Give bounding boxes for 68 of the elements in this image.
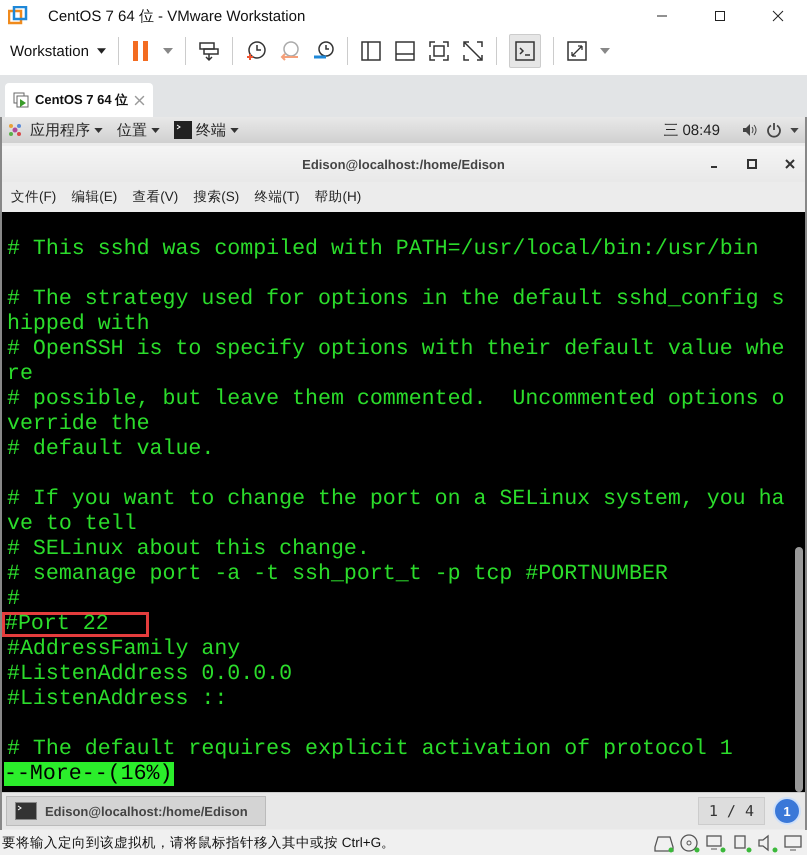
terminal-line: # semanage port -a -t ssh_port_t -p tcp #PORTNUMBER xyxy=(6,562,669,587)
terminal-title: Edison@localhost:/home/Edison xyxy=(302,156,505,172)
menu-item[interactable]: 搜索(S) xyxy=(193,188,240,206)
clock[interactable]: 三 08:49 xyxy=(663,120,720,140)
terminal-line: re xyxy=(6,362,34,387)
terminal-line: #ListenAddress :: xyxy=(6,687,228,712)
terminal-line: # This sshd was compiled with PATH=/usr/local/bin:/usr/bin xyxy=(6,237,760,262)
terminal-icon xyxy=(514,40,536,62)
caret-icon xyxy=(94,128,103,132)
caret-icon[interactable] xyxy=(600,48,610,54)
caret-icon xyxy=(96,48,106,54)
terminal-line: hipped with xyxy=(6,312,151,337)
pause-icon[interactable] xyxy=(130,40,151,62)
maximize-icon[interactable] xyxy=(747,159,757,169)
speaker-icon[interactable] xyxy=(757,832,779,852)
menu-item[interactable]: 终端(T) xyxy=(254,188,300,206)
terminal-line: # If you want to change the port on a SELinux system, you ha xyxy=(6,487,786,512)
caret-icon xyxy=(151,128,160,132)
caret-icon xyxy=(230,128,239,132)
menu-item[interactable]: 帮助(H) xyxy=(314,188,362,206)
vm-play-icon xyxy=(13,92,29,108)
window-title: CentOS 7 64 位 - VMware Workstation xyxy=(48,6,306,26)
top-bar-menu[interactable]: 终端 xyxy=(174,120,239,140)
app-logo-icon xyxy=(8,6,28,26)
terminal-line: # possible, but leave them commented. Uncommented options o xyxy=(6,387,786,412)
terminal-line: # The strategy used for options in the default sshd_config s xyxy=(6,287,786,312)
terminal-line: # default value. xyxy=(6,437,216,462)
power-icon[interactable] xyxy=(766,122,782,138)
terminal-line: # The default requires explicit activation of protocol 1 xyxy=(6,737,734,762)
console-view-button[interactable] xyxy=(508,34,541,68)
close-icon xyxy=(772,10,784,22)
bottom-panel-layout-icon[interactable] xyxy=(394,40,416,62)
close-icon[interactable] xyxy=(785,159,795,169)
terminal-line: # OpenSSH is to specify options with their default value whe xyxy=(6,337,786,362)
terminal-icon xyxy=(174,121,192,139)
snapshot-icon[interactable] xyxy=(244,40,267,62)
workspace-indicator[interactable]: 1 / 4 xyxy=(698,797,765,825)
terminal-line: ve to tell xyxy=(6,512,138,537)
maximize-icon xyxy=(714,10,726,22)
taskbar-item[interactable]: Edison@localhost:/home/Edison xyxy=(6,796,266,826)
menu-item[interactable]: 编辑(E) xyxy=(71,188,118,206)
sidebar-layout-icon[interactable] xyxy=(360,40,382,62)
top-bar-menu[interactable]: 位置 xyxy=(117,120,160,140)
foot-logo-icon xyxy=(8,123,22,137)
menu-item[interactable]: 查看(V) xyxy=(132,188,178,206)
notification-badge[interactable]: 1 xyxy=(773,797,801,825)
terminal-line: # SELinux about this change. xyxy=(6,537,371,562)
pager-status: --More--(16%) xyxy=(4,762,174,786)
stretch-icon[interactable] xyxy=(566,40,588,62)
vm-tab[interactable]: CentOS 7 64 位 xyxy=(5,83,154,117)
terminal-icon xyxy=(15,802,37,820)
terminal-line: verride the xyxy=(6,412,151,437)
caret-icon[interactable] xyxy=(790,128,799,132)
send-keys-icon[interactable] xyxy=(198,40,220,62)
network-icon[interactable] xyxy=(705,832,727,852)
terminal-line: #AddressFamily any xyxy=(6,637,242,662)
terminal-line: #Port 22 xyxy=(2,612,149,637)
caret-icon[interactable] xyxy=(162,48,173,54)
full-screen-icon[interactable] xyxy=(428,40,450,62)
terminal-line: # xyxy=(6,587,21,612)
menu-item[interactable]: 文件(F) xyxy=(11,188,56,206)
status-message: 要将输入定向到该虚拟机，请将鼠标指针移入其中或按 Ctrl+G。 xyxy=(2,834,396,852)
terminal-line: #ListenAddress 0.0.0.0 xyxy=(6,662,294,687)
cd-drive-icon[interactable] xyxy=(679,832,701,852)
unity-off-icon[interactable] xyxy=(462,40,484,62)
volume-icon[interactable] xyxy=(742,123,758,137)
top-bar-menu[interactable]: 应用程序 xyxy=(30,120,103,140)
workstation-menu[interactable]: Workstation xyxy=(10,42,106,60)
